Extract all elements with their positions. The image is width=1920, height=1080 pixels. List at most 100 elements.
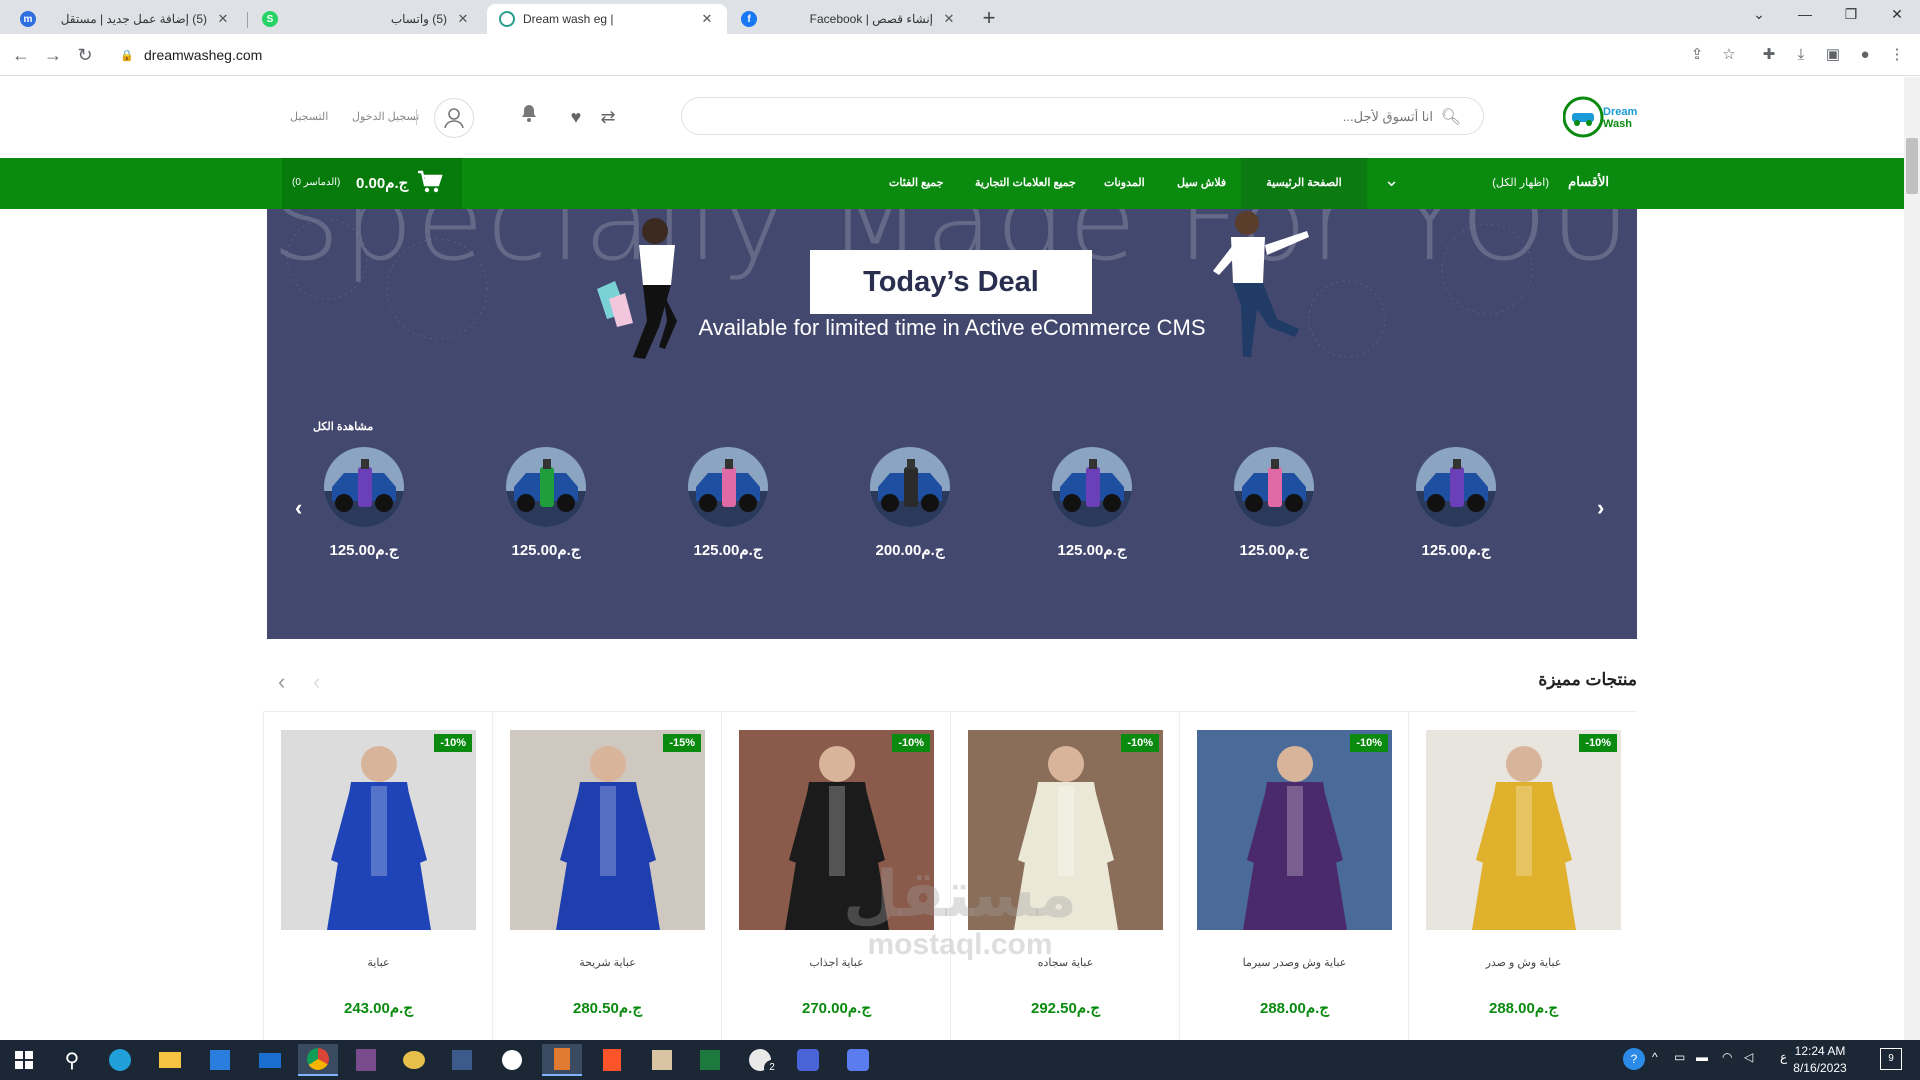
product-card[interactable]: -10% عباية وش وصدر سيرما ج.م288.00: [1179, 712, 1408, 1040]
nav-all-brands[interactable]: جميع العلامات التجارية: [963, 158, 1088, 209]
login-link[interactable]: تسجيل الدخول: [352, 110, 419, 123]
app-icon[interactable]: [394, 1044, 434, 1076]
notification-bell-icon[interactable]: [515, 103, 543, 131]
system-clock[interactable]: 12:24 AM 8/16/2023: [1778, 1043, 1862, 1077]
soccer-icon[interactable]: [492, 1044, 532, 1076]
search-box[interactable]: 🔍︎: [681, 97, 1484, 135]
close-window-button[interactable]: ✕: [1874, 0, 1920, 30]
deal-product-image[interactable]: [688, 447, 768, 527]
deal-product-image[interactable]: [870, 447, 950, 527]
product-image[interactable]: -10%: [1426, 730, 1621, 930]
windows-start-icon[interactable]: [4, 1044, 44, 1076]
tab-mostaql[interactable]: m (5) إضافة عمل جديد | مستقل ✕: [8, 4, 243, 34]
deal-item[interactable]: ج.م125.00: [496, 447, 596, 559]
dreamwash-logo[interactable]: Dream Wash: [1563, 95, 1639, 139]
product-card[interactable]: -10% عباية سجاده ج.م292.50: [950, 712, 1179, 1040]
product-card[interactable]: -10% عباية اجذاب ج.م270.00: [721, 712, 950, 1040]
bookmark-star-icon[interactable]: ☆: [1718, 44, 1740, 66]
product-image[interactable]: -10%: [281, 730, 476, 930]
search-icon[interactable]: 🔍︎: [1441, 107, 1461, 127]
menu-icon[interactable]: ⋮: [1886, 44, 1908, 66]
profile-icon[interactable]: ●: [1854, 44, 1876, 66]
deal-item[interactable]: ج.م125.00: [1406, 447, 1506, 559]
product-image[interactable]: -10%: [968, 730, 1163, 930]
product-image[interactable]: -15%: [510, 730, 705, 930]
whatsapp-icon[interactable]: 2: [740, 1044, 780, 1076]
close-icon[interactable]: ✕: [215, 11, 231, 27]
product-name[interactable]: عباية وش و صدر: [1409, 956, 1638, 969]
user-avatar-icon[interactable]: [434, 98, 474, 138]
edge-icon[interactable]: [100, 1044, 140, 1076]
close-icon[interactable]: ✕: [941, 11, 957, 27]
chevron-down-icon[interactable]: ⌄: [1384, 170, 1399, 191]
compare-icon[interactable]: ⇄: [594, 103, 622, 131]
product-name[interactable]: عباية وش وصدر سيرما: [1180, 956, 1409, 969]
brave-icon[interactable]: [592, 1044, 632, 1076]
maximize-button[interactable]: ❐: [1828, 0, 1874, 30]
chat-app-icon[interactable]: [838, 1044, 878, 1076]
paint-icon[interactable]: [642, 1044, 682, 1076]
deal-product-image[interactable]: [1234, 447, 1314, 527]
product-image[interactable]: -10%: [739, 730, 934, 930]
nav-flash-sale[interactable]: فلاش سيل: [1165, 158, 1238, 209]
featured-next-icon[interactable]: ‹: [313, 669, 320, 695]
reload-icon[interactable]: ↻: [72, 42, 98, 68]
featured-prev-icon[interactable]: ‹: [278, 669, 285, 695]
tray-device-icon[interactable]: ▭: [1674, 1050, 1685, 1064]
forward-icon[interactable]: →: [40, 42, 66, 68]
deals-next-arrow-icon[interactable]: ›: [1597, 495, 1604, 521]
page-scrollbar[interactable]: [1904, 77, 1920, 1040]
new-tab-button[interactable]: +: [976, 6, 1002, 32]
product-card[interactable]: -15% عباية شريحة ج.م280.50: [492, 712, 721, 1040]
video-app-icon[interactable]: [788, 1044, 828, 1076]
view-all-link[interactable]: مشاهدة الكل: [313, 420, 373, 433]
volume-icon[interactable]: ◁: [1744, 1050, 1753, 1064]
deal-item[interactable]: ج.م125.00: [1224, 447, 1324, 559]
wifi-icon[interactable]: ◠: [1722, 1050, 1732, 1064]
tab-dreamwash[interactable]: Dream wash eg | ✕: [487, 4, 727, 34]
product-card[interactable]: -10% عباية وش و صدر ج.م288.00: [1408, 712, 1637, 1040]
tray-chevron-icon[interactable]: ^: [1652, 1050, 1658, 1064]
minimize-button[interactable]: —: [1782, 0, 1828, 30]
product-image[interactable]: -10%: [1197, 730, 1392, 930]
deal-product-image[interactable]: [324, 447, 404, 527]
mail-icon[interactable]: [250, 1044, 290, 1076]
deal-item[interactable]: ج.م125.00: [314, 447, 414, 559]
pen-app-icon[interactable]: [542, 1044, 582, 1076]
chrome-icon[interactable]: [298, 1044, 338, 1076]
deal-item[interactable]: ج.م200.00: [860, 447, 960, 559]
close-icon[interactable]: ✕: [455, 11, 471, 27]
excel-icon[interactable]: [690, 1044, 730, 1076]
sidepanel-icon[interactable]: ▣: [1822, 44, 1844, 66]
help-icon[interactable]: ?: [1623, 1048, 1645, 1070]
deals-prev-arrow-icon[interactable]: ‹: [295, 495, 302, 521]
deal-product-image[interactable]: [506, 447, 586, 527]
product-name[interactable]: عباية: [264, 956, 493, 969]
notification-center-icon[interactable]: 9: [1880, 1048, 1902, 1070]
window-app-icon[interactable]: [442, 1044, 482, 1076]
battery-icon[interactable]: ▬: [1696, 1050, 1708, 1064]
search-input[interactable]: [682, 98, 1483, 134]
nav-all-categories[interactable]: جميع الفئات: [877, 158, 955, 209]
product-name[interactable]: عباية شريحة: [493, 956, 722, 969]
product-name[interactable]: عباية سجاده: [951, 956, 1180, 969]
deal-product-image[interactable]: [1416, 447, 1496, 527]
store-icon[interactable]: [200, 1044, 240, 1076]
nav-home[interactable]: الصفحة الرئيسية: [1241, 158, 1367, 209]
categories-dropdown[interactable]: الأقسام (اظهار الكل) ⌄: [1367, 158, 1637, 209]
tab-search-button[interactable]: ⌄: [1736, 0, 1782, 30]
download-icon[interactable]: ⤓: [1790, 44, 1812, 66]
product-card[interactable]: -10% عباية ج.م243.00: [263, 712, 492, 1040]
wishlist-heart-icon[interactable]: ♥: [562, 103, 590, 131]
cart-button[interactable]: (0 الدماسر) ج.م0.00: [282, 158, 462, 209]
deal-item[interactable]: ج.م125.00: [678, 447, 778, 559]
deal-product-image[interactable]: [1052, 447, 1132, 527]
nav-blogs[interactable]: المدونات: [1092, 158, 1157, 209]
deal-item[interactable]: ج.م125.00: [1042, 447, 1142, 559]
tab-facebook[interactable]: f إنشاء قصص | Facebook ✕: [729, 4, 969, 34]
register-link[interactable]: التسجيل: [290, 110, 328, 123]
tab-whatsapp[interactable]: S (5) واتساب ✕: [250, 4, 483, 34]
share-icon[interactable]: ⇪: [1686, 44, 1708, 66]
back-icon[interactable]: ←: [8, 42, 34, 68]
url-bar[interactable]: 🔒 dreamwasheg.com: [110, 40, 1682, 70]
